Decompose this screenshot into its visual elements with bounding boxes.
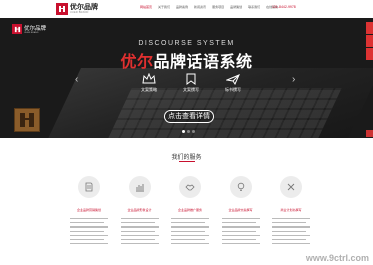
service-name: 企业品牌营销策划 xyxy=(76,208,101,212)
feature-label: 文案策略 xyxy=(141,87,157,92)
logo-brand-cn: 优尔品牌 xyxy=(70,3,98,11)
side-phone-button[interactable] xyxy=(366,35,373,47)
feature-bid-writing: 标书撰写 xyxy=(218,73,248,93)
service-icon-circle xyxy=(78,176,100,198)
service-icon-circle xyxy=(128,176,151,198)
feature-copywriting: 文案撰写 xyxy=(176,73,206,93)
back-to-top-button[interactable] xyxy=(366,130,373,137)
nav-item-services[interactable]: 服务项目 xyxy=(212,5,224,9)
carousel-prev-button[interactable]: ‹ xyxy=(75,74,78,85)
logo-mark-icon xyxy=(56,3,68,15)
hero-title: 优尔品牌话语系统 xyxy=(0,48,373,72)
hero-subtitle-en: DISCOURSE SYSTEM xyxy=(138,40,235,47)
document-icon xyxy=(85,182,93,192)
service-description xyxy=(120,218,159,252)
nav-item-news[interactable]: 新闻资讯 xyxy=(194,5,206,9)
tools-icon xyxy=(287,183,295,191)
service-name: 企业品牌形象设计 xyxy=(127,208,152,212)
main-nav: 网站首页 关于我们 品牌案例 新闻资讯 服务项目 品牌策划 联系我们 在线留言 xyxy=(140,5,284,9)
feature-label: 文案撰写 xyxy=(183,87,199,92)
service-description xyxy=(221,218,260,252)
feature-label: 标书撰写 xyxy=(225,87,241,92)
services-title: 我们的服务 xyxy=(171,155,202,161)
floating-sidebar xyxy=(366,22,373,138)
service-description xyxy=(70,218,108,252)
carousel-dot[interactable] xyxy=(192,130,195,133)
site-logo[interactable]: 优尔品牌 UUER BRAND xyxy=(56,2,98,16)
service-card[interactable]: 企业品牌形象设计 xyxy=(120,176,159,252)
hero-features: 文案策略 文案撰写 标书撰写 xyxy=(134,73,248,93)
phone-number[interactable]: 131-8442-9978 xyxy=(272,5,296,9)
nav-item-planning[interactable]: 品牌策划 xyxy=(230,5,242,9)
bookmark-icon xyxy=(186,73,196,85)
service-icon-circle xyxy=(280,176,302,198)
hero-logo-mark-icon xyxy=(12,24,22,34)
nav-item-about[interactable]: 关于我们 xyxy=(158,5,170,9)
nav-item-home[interactable]: 网站首页 xyxy=(140,5,152,9)
hero-brand-cube-icon xyxy=(14,108,40,132)
carousel-dot[interactable] xyxy=(187,130,190,133)
logo-brand-en: UUER BRAND xyxy=(70,10,89,14)
service-card[interactable]: 企业品牌营销策划 xyxy=(70,176,108,252)
service-description xyxy=(272,218,310,252)
hero-title-rest: 品牌话语系统 xyxy=(153,54,253,71)
feature-copy-strategy: 文案策略 xyxy=(134,73,164,93)
view-details-button[interactable]: 点击查看详情 xyxy=(164,110,214,123)
bulb-icon xyxy=(237,182,244,191)
handshake-icon xyxy=(185,184,195,191)
hero-logo: 优尔品牌 UUER BRAND xyxy=(12,24,46,34)
service-card[interactable]: 商业计划书撰写 xyxy=(272,176,310,252)
nav-item-contact[interactable]: 联系我们 xyxy=(248,5,260,9)
side-qq-button[interactable] xyxy=(366,48,373,60)
carousel-next-button[interactable]: › xyxy=(292,74,295,85)
service-description xyxy=(171,218,209,252)
service-name: 企业品牌文案撰写 xyxy=(228,208,253,212)
service-icon-circle xyxy=(229,176,252,198)
chart-icon xyxy=(135,184,144,192)
site-header: 优尔品牌 UUER BRAND 网站首页 关于我们 品牌案例 新闻资讯 服务项目… xyxy=(0,0,373,18)
hero-banner: 优尔品牌 UUER BRAND DISCOURSE SYSTEM 优尔品牌话语系… xyxy=(0,18,373,138)
service-icon-circle xyxy=(179,176,201,198)
services-grid: 企业品牌营销策划 企业品牌形象设计 企业品牌推广服务 企业品牌文案撰写 商业计划… xyxy=(70,176,310,252)
watermark: www.9ctrl.com xyxy=(305,253,369,263)
service-name: 企业品牌推广服务 xyxy=(177,208,202,212)
carousel-dot[interactable] xyxy=(182,130,185,133)
nav-item-cases[interactable]: 品牌案例 xyxy=(176,5,188,9)
plane-icon xyxy=(226,74,240,85)
services-title-underline xyxy=(179,161,195,162)
hero-logo-cn: 优尔品牌 xyxy=(24,26,47,32)
service-card[interactable]: 企业品牌文案撰写 xyxy=(221,176,260,252)
crown-icon xyxy=(142,73,156,84)
carousel-dots xyxy=(182,130,197,133)
service-card[interactable]: 企业品牌推广服务 xyxy=(171,176,209,252)
service-name: 商业计划书撰写 xyxy=(280,208,302,212)
side-chat-button[interactable] xyxy=(366,22,373,34)
hero-title-accent: 优尔 xyxy=(120,54,154,71)
hero-keyboard-texture xyxy=(108,88,342,138)
hero-logo-en: UUER BRAND xyxy=(24,32,39,34)
